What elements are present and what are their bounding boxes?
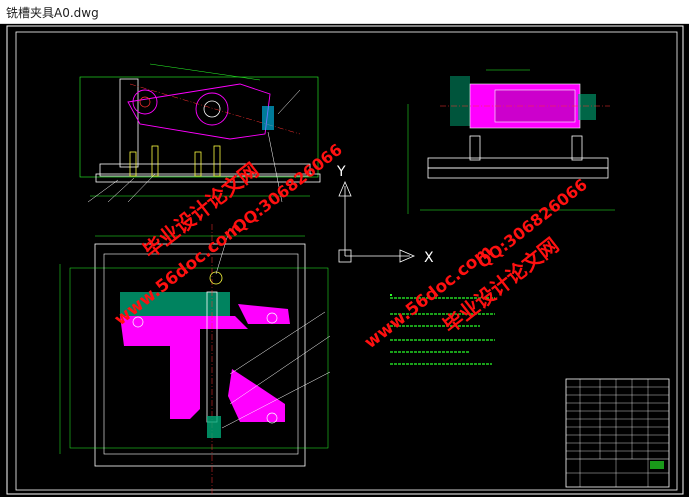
ucs-icon: Y X <box>336 164 434 266</box>
drawing-canvas[interactable]: Y X 毕业设计论文网 QQ:306826066 www.56doc.com Q… <box>0 24 689 497</box>
window-title: 铣槽夹具A0.dwg <box>6 6 99 20</box>
ucs-x-label: X <box>424 250 434 266</box>
cad-drawing: Y X 毕业设计论文网 QQ:306826066 www.56doc.com Q… <box>6 25 684 495</box>
title-block <box>565 378 670 488</box>
window-titlebar: 铣槽夹具A0.dwg <box>0 0 689 24</box>
ucs-y-label: Y <box>336 164 346 180</box>
